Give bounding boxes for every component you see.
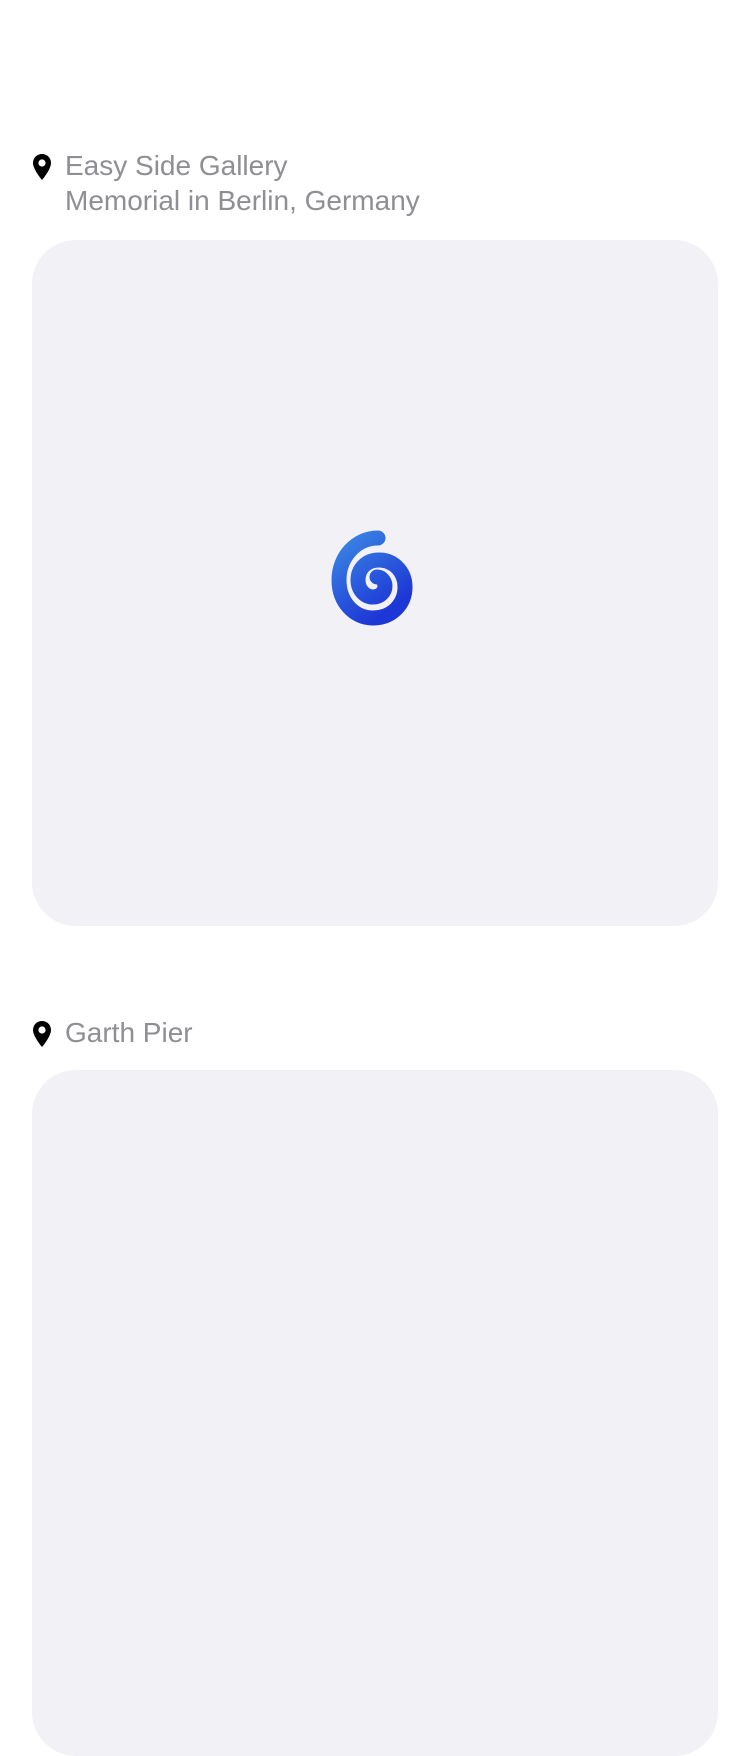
feed-post: Garth Pier	[32, 1015, 718, 1756]
spiral-loader-icon	[331, 530, 413, 626]
location-subtitle: Memorial in Berlin, Germany	[65, 185, 420, 216]
feed-post: Easy Side Gallery Memorial in Berlin, Ge…	[32, 148, 718, 926]
location-row[interactable]: Easy Side Gallery Memorial in Berlin, Ge…	[32, 148, 718, 218]
media-card[interactable]	[32, 240, 718, 926]
map-pin-icon	[33, 154, 51, 180]
location-name[interactable]: Easy Side Gallery	[65, 148, 718, 183]
media-card[interactable]	[32, 1070, 718, 1756]
location-row[interactable]: Garth Pier	[32, 1015, 718, 1050]
location-text: Garth Pier	[65, 1015, 718, 1050]
map-pin-icon	[33, 1021, 51, 1047]
feed: Easy Side Gallery Memorial in Berlin, Ge…	[0, 0, 750, 1756]
location-name[interactable]: Garth Pier	[65, 1015, 718, 1050]
location-text: Easy Side Gallery Memorial in Berlin, Ge…	[65, 148, 718, 218]
